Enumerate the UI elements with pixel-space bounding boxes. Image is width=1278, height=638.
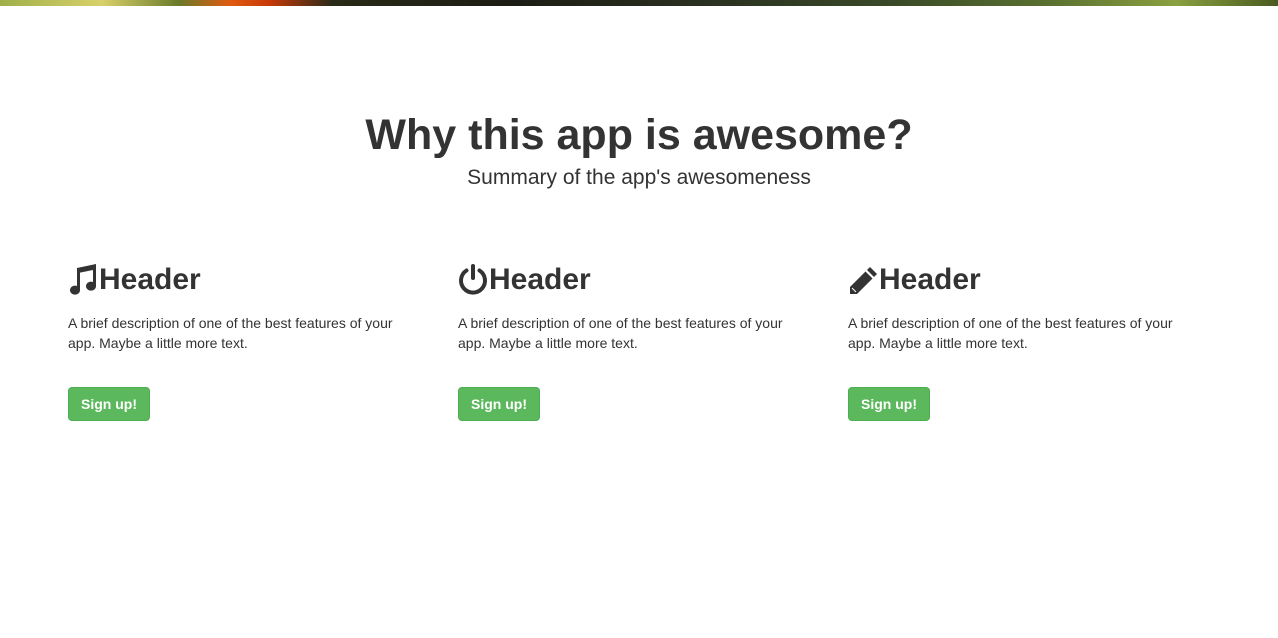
feature-description: A brief description of one of the best f…	[68, 315, 393, 351]
feature-header: Header	[68, 262, 428, 298]
music-note-icon	[68, 264, 98, 296]
feature-description: A brief description of one of the best f…	[458, 315, 783, 351]
sign-up-button[interactable]: Sign up!	[458, 387, 540, 421]
feature-title: Header	[879, 263, 981, 296]
section-subtitle: Summary of the app's awesomeness	[467, 166, 811, 189]
feature-title: Header	[99, 263, 201, 296]
section-title: Why this app is awesome?	[365, 111, 913, 159]
feature-card-3: Header A brief description of one of the…	[848, 262, 1208, 421]
feature-card-1: Header A brief description of one of the…	[68, 262, 428, 421]
sign-up-button[interactable]: Sign up!	[68, 387, 150, 421]
feature-description: A brief description of one of the best f…	[848, 315, 1173, 351]
sign-up-button[interactable]: Sign up!	[848, 387, 930, 421]
power-icon	[458, 264, 488, 296]
feature-card-2: Header A brief description of one of the…	[458, 262, 818, 421]
feature-header: Header	[848, 262, 1208, 298]
feature-header: Header	[458, 262, 818, 298]
pencil-icon	[848, 264, 878, 296]
feature-title: Header	[489, 263, 591, 296]
features-section: Why this app is awesome? Summary of the …	[0, 6, 1278, 638]
